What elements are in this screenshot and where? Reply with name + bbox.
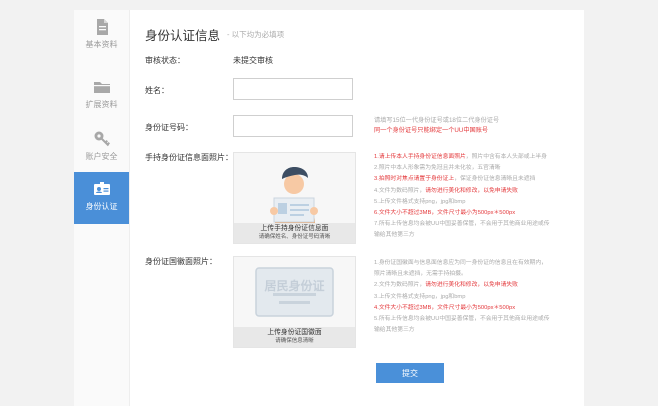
- page-title: 身份认证信息: [145, 29, 221, 43]
- id-number-label: 身份证号码：: [145, 123, 193, 132]
- handheld-id-illustration: [270, 167, 318, 223]
- rule-item: 2.文件为数码照片，请勿进行美化和修改，以免申请失败: [374, 280, 550, 291]
- sidebar-item-extended-info[interactable]: 扩展资料: [74, 70, 129, 122]
- rule-item: 4.文件为数码照片，请勿进行美化和修改，以免申请失败: [374, 186, 550, 197]
- rule-text: 4.文件为数码照片，: [374, 187, 426, 194]
- page-subtitle: - 以下均为必填项: [227, 30, 285, 39]
- rule-item: 2.照片中本人形象需为免冠且并未化妆，五官清晰: [374, 163, 550, 174]
- rule-text: 5.上传文件格式支持png，jpg和bmp: [374, 198, 466, 205]
- sidebar: 基本资料 扩展资料 账户安全 身份认证: [74, 10, 130, 406]
- id-card-icon: [93, 182, 110, 195]
- key-icon: [94, 131, 110, 147]
- submit-button[interactable]: 提交: [376, 363, 444, 383]
- main-content: 身份认证信息 - 以下均为必填项 审核状态： 未提交审核 姓名： 身份证号码： …: [129, 10, 584, 406]
- sidebar-item-identity-verification[interactable]: 身份认证: [74, 172, 129, 224]
- sidebar-item-account-security[interactable]: 账户安全: [74, 122, 129, 174]
- rule-text-tail: ，照片中含有本人头部或上半身: [465, 154, 547, 160]
- rule-text: 7.所有上传信息均会被UU中国妥善保管，不会用于其他商业用途或传: [374, 221, 550, 228]
- rule-item: 3.拍照时对焦点请置于身份证上，保证身份证信息清晰且未遮挡: [374, 174, 550, 185]
- id-number-hint: 请填写15位一代身份证号或18位二代身份证号 同一个身份证号只能绑定一个UU中国…: [374, 116, 499, 136]
- rule-item: 4.文件大小不超过3MB，文件尺寸最小为500px＊500px: [374, 303, 550, 314]
- rule-text: 4.文件大小不超过3MB，文件尺寸最小为500px＊500px: [374, 304, 516, 311]
- rule-text-tail: 请勿进行美化和修改，以免申请失败: [425, 282, 518, 289]
- rule-item: 1.请上传本人手持身份证信息面照片，照片中含有本人头部或上半身: [374, 152, 550, 163]
- rule-text: 3.上传文件格式支持png，jpg和bmp: [374, 293, 466, 300]
- name-label: 姓名：: [145, 86, 169, 95]
- handheld-photo-upload[interactable]: 上传手持身份证信息面 请确保姓名、身份证号码清晰: [233, 152, 356, 244]
- rule-text-tail: ，保证身份证信息清晰且未遮挡: [454, 176, 536, 183]
- handheld-upload-caption: 上传手持身份证信息面 请确保姓名、身份证号码清晰: [234, 223, 355, 243]
- sidebar-item-basic-info[interactable]: 基本资料: [74, 10, 129, 62]
- emblem-upload-caption-title: 上传身份证国徽面: [267, 329, 322, 336]
- rule-item: 6.文件大小不超过3MB，文件尺寸最小为500px＊500px: [374, 208, 550, 219]
- emblem-photo-upload[interactable]: 居民身份证 上传身份证国徽面 请确保信息清晰: [233, 256, 356, 348]
- rule-text: 1.身份证国徽面与信息面信息应为同一身份证的信息且在有效期内，: [374, 260, 547, 266]
- emblem-upload-caption-note: 请确保信息清晰: [275, 338, 314, 344]
- rule-item: 输给其他第三方: [374, 230, 550, 241]
- rule-text: 照片清晰且未遮挡，无需手持拍摄。: [374, 271, 467, 278]
- rule-text: 输给其他第三方: [374, 327, 415, 334]
- emblem-photo-label: 身份证国徽面照片：: [145, 257, 217, 266]
- handheld-photo-label: 手持身份证信息面照片：: [145, 153, 233, 162]
- folder-icon: [93, 82, 110, 93]
- handheld-rules-list: 1.请上传本人手持身份证信息面照片，照片中含有本人头部或上半身 2.照片中本人形象…: [374, 152, 550, 242]
- rule-text: 1.请上传本人手持身份证信息面照片: [374, 154, 466, 160]
- rule-item: 5.上传文件格式支持png，jpg和bmp: [374, 197, 550, 208]
- rule-text: 输给其他第三方: [374, 232, 415, 239]
- rule-item: 5.所有上传信息均会被UU中国妥善保管，不会用于其他商业用途或传: [374, 314, 550, 325]
- sidebar-item-label: 扩展资料: [85, 100, 118, 109]
- emblem-rules-list: 1.身份证国徽面与信息面信息应为同一身份证的信息且在有效期内， 照片清晰且未遮挡，…: [374, 258, 550, 336]
- id-card-placeholder-text: 居民身份证: [264, 279, 325, 293]
- rule-item: 输给其他第三方: [374, 325, 550, 336]
- handheld-upload-caption-title: 上传手持身份证信息面: [260, 225, 329, 232]
- document-icon: [96, 19, 108, 35]
- rule-item: 3.上传文件格式支持png，jpg和bmp: [374, 292, 550, 303]
- rule-text: 2.文件为数码照片，: [374, 282, 426, 289]
- id-number-hint-line-1: 请填写15位一代身份证号或18位二代身份证号: [374, 117, 500, 124]
- rule-text: 3.拍照时对焦点请置于身份证上: [374, 176, 455, 183]
- name-input[interactable]: [233, 78, 353, 100]
- rule-text: 6.文件大小不超过3MB，文件尺寸最小为500px＊500px: [374, 210, 516, 217]
- rule-text: 5.所有上传信息均会被UU中国妥善保管，不会用于其他商业用途或传: [374, 316, 550, 323]
- sidebar-item-label: 账户安全: [85, 152, 118, 161]
- handheld-upload-caption-note: 请确保姓名、身份证号码清晰: [258, 234, 331, 240]
- rule-text-tail: 请勿进行美化和修改，以免申请失败: [425, 187, 518, 194]
- id-number-hint-line-2: 同一个身份证号只能绑定一个UU中国账号: [374, 127, 489, 134]
- status-label: 审核状态：: [145, 56, 185, 65]
- rule-item: 1.身份证国徽面与信息面信息应为同一身份证的信息且在有效期内，: [374, 258, 550, 269]
- rule-item: 7.所有上传信息均会被UU中国妥善保管，不会用于其他商业用途或传: [374, 219, 550, 230]
- verification-card: 基本资料 扩展资料 账户安全 身份认证 身份认证信息 - 以下均为必填项 审核状…: [74, 10, 584, 406]
- status-value: 未提交审核: [233, 56, 273, 65]
- sidebar-item-label: 身份认证: [85, 202, 118, 211]
- sidebar-item-label: 基本资料: [85, 40, 118, 49]
- rule-item: 照片清晰且未遮挡，无需手持拍摄。: [374, 269, 550, 280]
- id-number-input[interactable]: [233, 115, 353, 137]
- emblem-upload-caption: 上传身份证国徽面 请确保信息清晰: [234, 327, 355, 347]
- rule-text: 2.照片中本人形象需为免冠且并未化妆，五官清晰: [374, 165, 501, 172]
